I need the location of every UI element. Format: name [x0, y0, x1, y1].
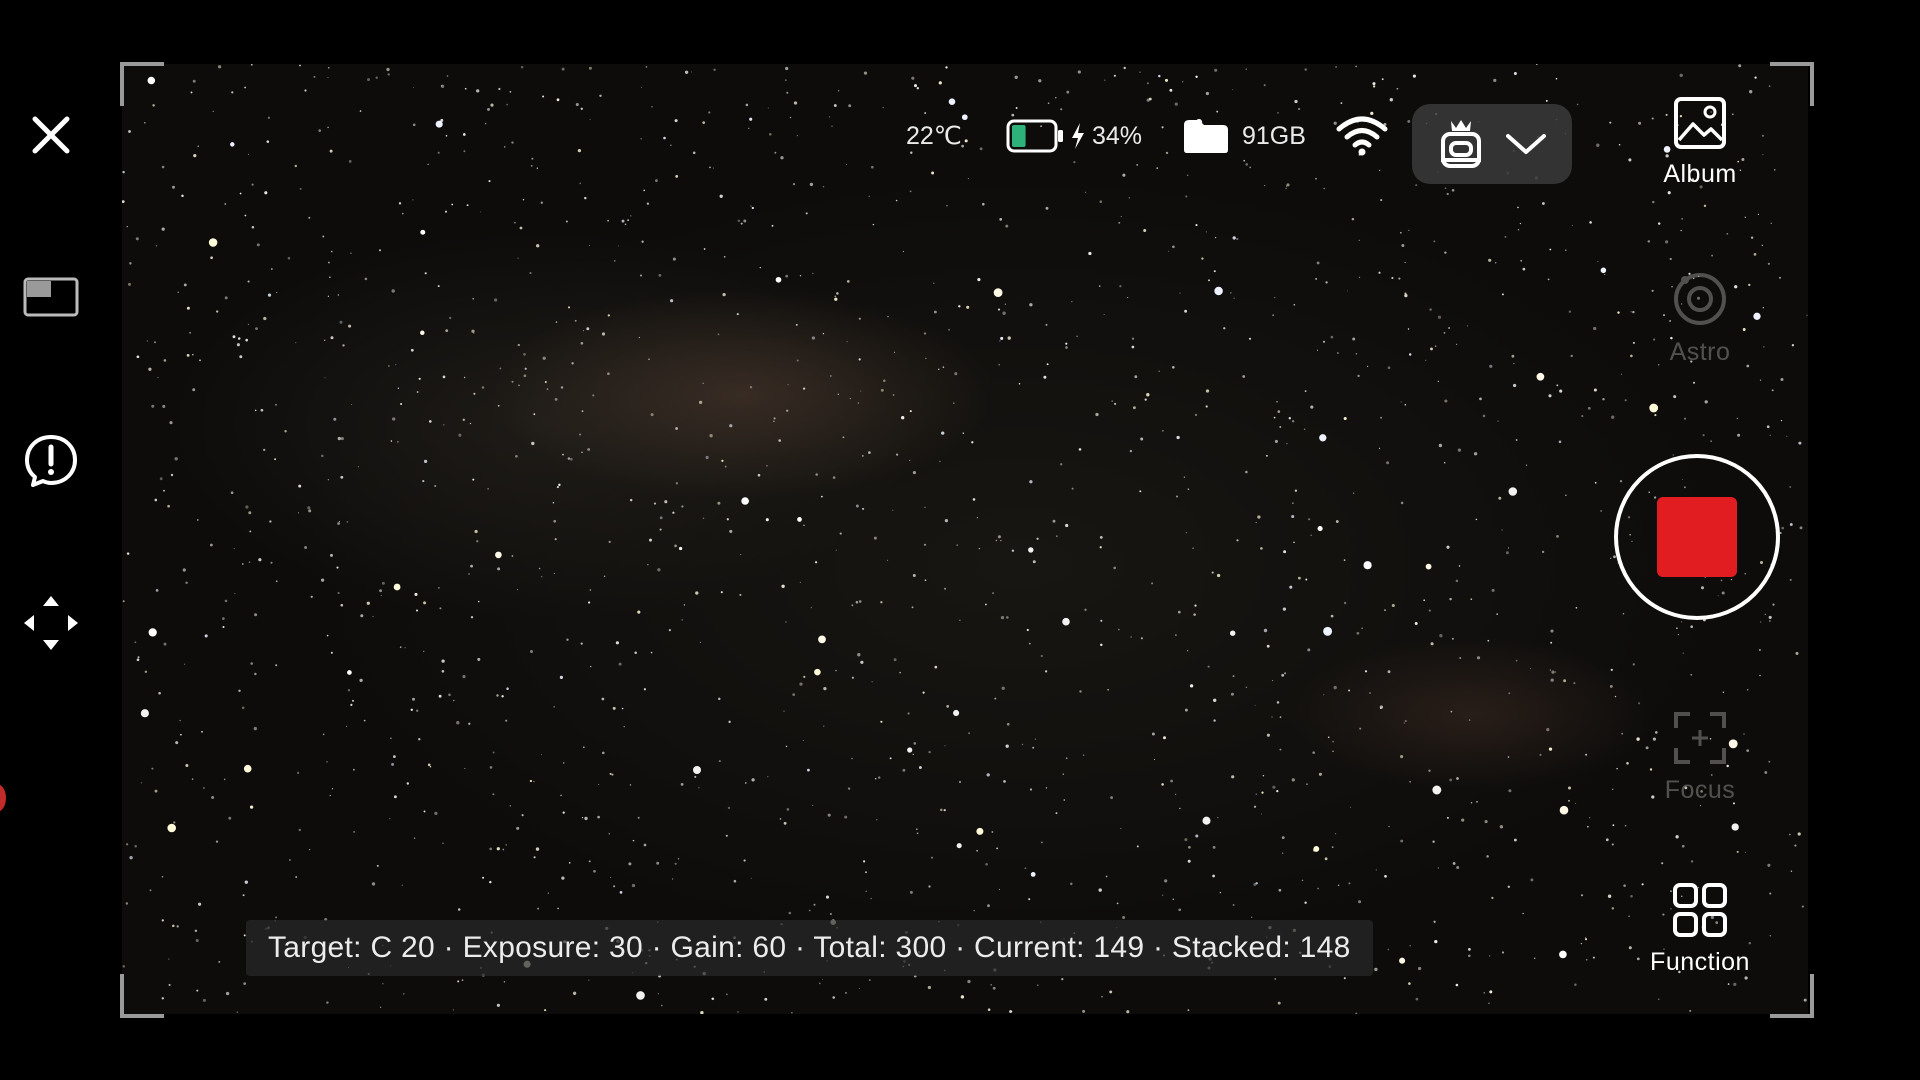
astro-icon: [1674, 273, 1726, 325]
close-button[interactable]: [14, 98, 88, 172]
focus-button[interactable]: Focus: [1630, 710, 1770, 805]
astro-label: Astro: [1669, 338, 1731, 366]
frame-corner: [120, 974, 164, 1018]
astro-button[interactable]: Astro: [1630, 270, 1770, 367]
function-button[interactable]: Function: [1630, 882, 1770, 977]
picture-in-picture-button[interactable]: [14, 260, 88, 334]
charging-bolt-icon: [1072, 123, 1084, 149]
function-grid-icon: [1673, 883, 1727, 937]
move-arrows-icon: [24, 596, 78, 650]
chevron-down-icon: [1506, 134, 1546, 154]
battery-icon: [1006, 119, 1063, 153]
left-toolbar: [0, 0, 100, 1080]
album-button[interactable]: Album: [1630, 96, 1770, 189]
storage-value: 91GB: [1242, 121, 1306, 150]
album-label: Album: [1663, 160, 1737, 188]
wifi-status: [1336, 108, 1388, 164]
capture-info-bar: Target: C 20 · Exposure: 30 · Gain: 60 ·…: [246, 920, 1373, 976]
star-field: [122, 64, 1808, 1014]
folder-icon: [1184, 120, 1228, 153]
picture-in-picture-icon: [23, 277, 79, 317]
live-sky-view[interactable]: [122, 64, 1808, 1014]
alert-bubble-icon: [25, 435, 77, 487]
frame-corner: [120, 62, 164, 106]
stop-recording-button[interactable]: [1614, 454, 1780, 620]
function-label: Function: [1650, 948, 1750, 976]
close-icon: [32, 116, 70, 154]
move-button[interactable]: [14, 586, 88, 660]
device-selector[interactable]: [1412, 104, 1572, 184]
frame-corner: [1770, 62, 1814, 106]
storage-status: 91GB: [1182, 108, 1306, 164]
alert-button[interactable]: [14, 424, 88, 498]
battery-status: 34%: [1006, 108, 1142, 164]
wifi-icon: [1336, 116, 1388, 156]
telescope-device-icon: [1441, 120, 1481, 168]
focus-icon: [1674, 712, 1726, 764]
stop-recording-icon: [1657, 497, 1737, 577]
focus-label: Focus: [1664, 776, 1736, 804]
battery-percent: 34%: [1092, 121, 1143, 150]
album-icon: [1674, 97, 1726, 149]
temperature-readout: 22℃: [906, 122, 962, 150]
frame-corner: [1770, 974, 1814, 1018]
